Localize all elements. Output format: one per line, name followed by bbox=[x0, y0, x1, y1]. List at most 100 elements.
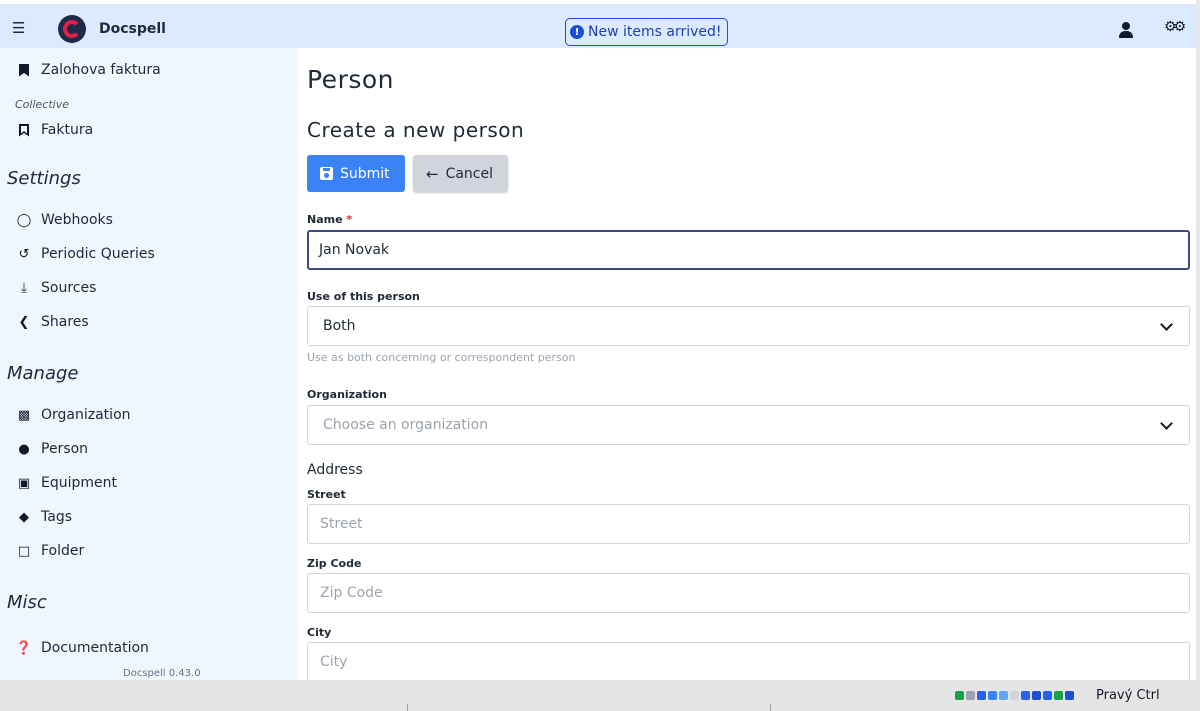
sidebar-item-documentation[interactable]: ❓ Documentation bbox=[15, 640, 149, 656]
history-icon: ↺ bbox=[18, 246, 30, 262]
status-tray bbox=[955, 691, 1074, 700]
new-items-banner[interactable]: ! New items arrived! bbox=[565, 18, 728, 46]
city-label: City bbox=[307, 626, 332, 639]
mouse-integration-icon[interactable] bbox=[1054, 691, 1063, 700]
cogs-icon[interactable]: ⚙⚙ bbox=[1164, 19, 1186, 35]
submit-button[interactable]: Submit bbox=[307, 155, 405, 192]
manage-heading: Manage bbox=[7, 363, 79, 384]
sidebar-item-label: Equipment bbox=[41, 475, 117, 491]
question-circle-icon: ❓ bbox=[15, 640, 33, 656]
sidebar-item-tags[interactable]: ◆ Tags bbox=[15, 509, 72, 525]
organization-label: Organization bbox=[307, 388, 387, 401]
street-input[interactable]: Street bbox=[307, 504, 1190, 544]
zip-placeholder: Zip Code bbox=[320, 585, 383, 601]
status-divider bbox=[770, 704, 771, 711]
top-bar: ☰ Docspell ! New items arrived! ⚙⚙ bbox=[0, 4, 1196, 48]
sidebar-item-label: Faktura bbox=[41, 122, 94, 138]
sidebar-item-label: Person bbox=[41, 441, 89, 457]
main-content: Person Create a new person Submit ← Canc… bbox=[298, 48, 1196, 680]
info-circle-icon: ! bbox=[570, 25, 584, 39]
save-icon bbox=[320, 167, 333, 180]
use-label: Use of this person bbox=[307, 290, 420, 303]
shared-folder-icon[interactable] bbox=[999, 691, 1008, 700]
version-label: Docspell 0.43.0 bbox=[123, 668, 201, 679]
zip-label: Zip Code bbox=[307, 557, 362, 570]
box-icon: ▣ bbox=[17, 475, 31, 491]
chevron-down-icon bbox=[1160, 417, 1173, 430]
organization-placeholder: Choose an organization bbox=[323, 417, 489, 433]
status-divider bbox=[407, 704, 408, 711]
sidebar-item-organization[interactable]: ▩ Organization bbox=[15, 407, 131, 423]
window-edge bbox=[1196, 0, 1200, 680]
page-title: Person bbox=[307, 65, 395, 94]
user-icon: ● bbox=[18, 441, 30, 457]
bookmark-outline-icon bbox=[15, 124, 33, 137]
tags-icon: ◆ bbox=[19, 509, 29, 525]
name-input-value: Jan Novak bbox=[319, 242, 390, 258]
sidebar-item-faktura[interactable]: Faktura bbox=[15, 122, 93, 138]
sidebar-item-label: Sources bbox=[41, 280, 97, 296]
form-title: Create a new person bbox=[307, 118, 525, 142]
sidebar-item-label: Tags bbox=[41, 509, 72, 525]
upload-icon: ⤓ bbox=[21, 280, 27, 296]
city-input[interactable]: City bbox=[307, 642, 1190, 680]
organization-select[interactable]: Choose an organization bbox=[307, 405, 1190, 445]
folder-icon: □ bbox=[17, 543, 31, 559]
name-input[interactable]: Jan Novak bbox=[307, 230, 1190, 270]
hamburger-menu-icon[interactable]: ☰ bbox=[12, 19, 25, 37]
sidebar-item-equipment[interactable]: ▣ Equipment bbox=[15, 475, 117, 491]
misc-heading: Misc bbox=[7, 592, 47, 613]
settings-heading: Settings bbox=[7, 168, 81, 189]
sidebar-item-webhooks[interactable]: ◯ Webhooks bbox=[15, 212, 113, 228]
comment-icon: ◯ bbox=[16, 212, 32, 228]
zip-input[interactable]: Zip Code bbox=[307, 573, 1190, 613]
sidebar-item-label: Documentation bbox=[41, 640, 149, 656]
audio-icon[interactable] bbox=[977, 691, 986, 700]
name-label-text: Name bbox=[307, 213, 343, 226]
sidebar-item-label: Organization bbox=[41, 407, 131, 423]
recording-icon[interactable] bbox=[1021, 691, 1030, 700]
sidebar-item-label: Webhooks bbox=[41, 212, 113, 228]
host-key-label: Pravý Ctrl bbox=[1096, 688, 1160, 703]
app-window: ☰ Docspell ! New items arrived! ⚙⚙ Zaloh… bbox=[0, 0, 1200, 711]
sidebar-item-label: Periodic Queries bbox=[41, 246, 155, 262]
keyboard-icon[interactable] bbox=[1065, 691, 1074, 700]
user-menu-icon[interactable] bbox=[1118, 22, 1134, 40]
bookmark-solid-icon bbox=[15, 63, 33, 77]
sidebar-item-sources[interactable]: ⤓ Sources bbox=[15, 280, 96, 296]
submit-label: Submit bbox=[340, 165, 390, 182]
collective-label: Collective bbox=[15, 98, 69, 111]
display-icon[interactable] bbox=[1010, 691, 1019, 700]
sidebar-item-label: Folder bbox=[41, 543, 85, 559]
optical-drive-icon[interactable] bbox=[966, 691, 975, 700]
sidebar-item-shares[interactable]: ❮ Shares bbox=[15, 314, 89, 330]
street-placeholder: Street bbox=[320, 516, 363, 532]
sidebar-item-folder[interactable]: □ Folder bbox=[15, 543, 84, 559]
storage-icon[interactable] bbox=[1032, 691, 1041, 700]
cpu-icon[interactable] bbox=[1043, 691, 1052, 700]
required-marker: * bbox=[346, 213, 353, 226]
sidebar-item-zalohova-faktura[interactable]: Zalohova faktura bbox=[15, 62, 161, 78]
chevron-down-icon bbox=[1160, 318, 1173, 331]
industry-icon: ▩ bbox=[17, 407, 31, 423]
share-icon: ❮ bbox=[18, 314, 30, 330]
cancel-button[interactable]: ← Cancel bbox=[413, 155, 508, 192]
sidebar-item-label: Zalohova faktura bbox=[41, 62, 161, 78]
sidebar-item-label: Shares bbox=[41, 314, 89, 330]
network-icon[interactable] bbox=[955, 691, 964, 700]
docspell-logo-icon[interactable] bbox=[58, 15, 86, 43]
usb-icon[interactable] bbox=[988, 691, 997, 700]
sidebar-item-periodic-queries[interactable]: ↺ Periodic Queries bbox=[15, 246, 155, 262]
sidebar-item-person[interactable]: ● Person bbox=[15, 441, 88, 457]
use-select-value: Both bbox=[323, 318, 356, 334]
use-select[interactable]: Both bbox=[307, 306, 1190, 346]
arrow-left-icon: ← bbox=[426, 164, 439, 183]
app-name[interactable]: Docspell bbox=[99, 21, 166, 37]
use-help-text: Use as both concerning or correspondent … bbox=[307, 351, 576, 364]
street-label: Street bbox=[307, 488, 346, 501]
sidebar: Zalohova faktura Collective Faktura Sett… bbox=[0, 48, 298, 680]
address-heading: Address bbox=[307, 462, 363, 478]
city-placeholder: City bbox=[320, 654, 348, 670]
cancel-label: Cancel bbox=[445, 165, 494, 182]
name-label: Name * bbox=[307, 213, 352, 226]
